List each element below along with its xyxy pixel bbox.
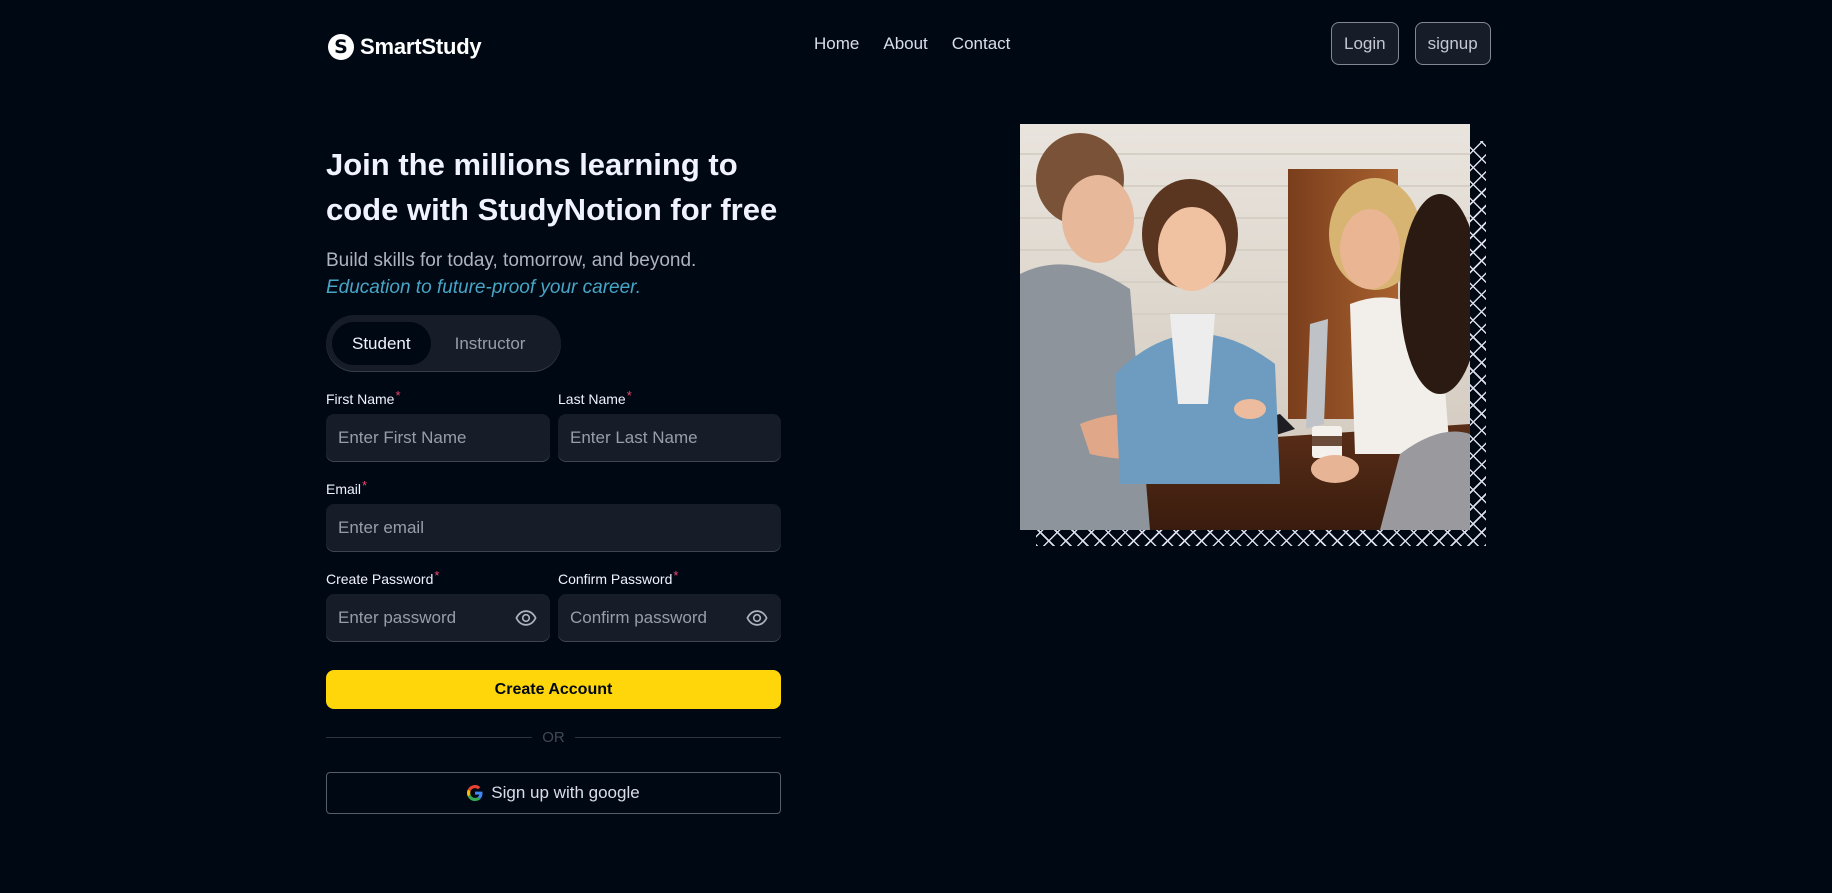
first-name-input[interactable] xyxy=(326,414,550,462)
create-account-button[interactable]: Create Account xyxy=(326,670,781,709)
nav-link-contact[interactable]: Contact xyxy=(952,34,1011,54)
last-name-label: Last Name* xyxy=(558,388,632,407)
create-password-label: Create Password* xyxy=(326,568,440,587)
email-label-text: Email xyxy=(326,481,362,497)
first-name-label: First Name* xyxy=(326,388,401,407)
or-text: OR xyxy=(542,728,565,746)
logo-s-icon: S xyxy=(328,34,354,60)
students-photo xyxy=(1020,124,1470,530)
signup-button[interactable]: signup xyxy=(1414,22,1491,65)
eye-icon[interactable] xyxy=(746,607,768,629)
nav-links: Home About Contact xyxy=(814,34,1010,54)
create-password-label-text: Create Password xyxy=(326,571,434,587)
confirm-password-label: Confirm Password* xyxy=(558,568,679,587)
first-name-label-text: First Name xyxy=(326,391,395,407)
confirm-password-label-text: Confirm Password xyxy=(558,571,673,587)
required-mark: * xyxy=(362,478,368,493)
divider-line xyxy=(326,736,533,738)
nav-link-home[interactable]: Home xyxy=(814,34,859,54)
tab-instructor[interactable]: Instructor xyxy=(435,322,546,365)
email-label: Email* xyxy=(326,478,368,497)
role-toggle: Student Instructor xyxy=(326,315,561,372)
hero-subtitle: Build skills for today, tomorrow, and be… xyxy=(326,250,697,271)
divider-line xyxy=(574,736,781,738)
google-signup-button[interactable]: Sign up with google xyxy=(326,772,781,814)
nav-link-about[interactable]: About xyxy=(883,34,927,54)
signup-hero-image xyxy=(1020,124,1470,530)
navbar: S SmartStudy Home About Contact Login si… xyxy=(0,0,1832,90)
required-mark: * xyxy=(434,568,440,583)
hero-highlight: Education to future-proof your career. xyxy=(326,277,642,298)
brand-logo[interactable]: S SmartStudy xyxy=(328,34,482,60)
last-name-label-text: Last Name xyxy=(558,391,626,407)
required-mark: * xyxy=(395,388,401,403)
hero-subtitle-block: Build skills for today, tomorrow, and be… xyxy=(326,247,826,301)
eye-icon[interactable] xyxy=(515,607,537,629)
page-title: Join the millions learning to code with … xyxy=(326,147,778,227)
login-button[interactable]: Login xyxy=(1331,22,1399,65)
brand-name: SmartStudy xyxy=(360,34,482,59)
google-button-label: Sign up with google xyxy=(491,783,640,802)
email-input[interactable] xyxy=(326,504,781,552)
or-divider: OR xyxy=(326,728,781,746)
google-g-icon xyxy=(467,785,483,801)
required-mark: * xyxy=(673,568,679,583)
tab-student[interactable]: Student xyxy=(332,322,431,365)
required-mark: * xyxy=(626,388,632,403)
last-name-input[interactable] xyxy=(558,414,781,462)
auth-buttons: Login signup xyxy=(1331,22,1491,65)
